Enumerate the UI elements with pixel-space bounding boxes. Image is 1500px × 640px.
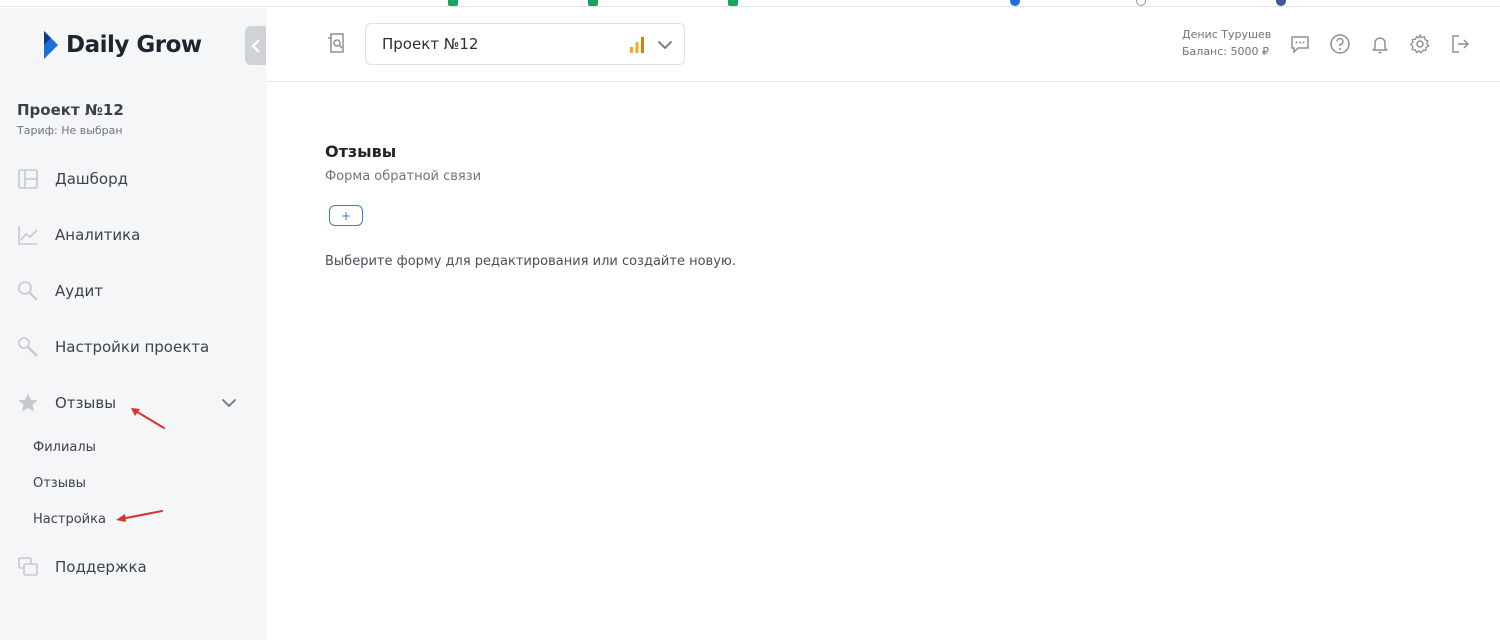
page-title: Отзывы	[325, 142, 397, 161]
sidebar-item-label: Отзывы	[55, 394, 117, 412]
logo[interactable]: Daily Grow	[42, 30, 202, 60]
bookmark-icon[interactable]	[1276, 0, 1286, 6]
add-form-button[interactable]: +	[329, 205, 363, 226]
chart-line-icon	[18, 226, 38, 245]
chevron-left-icon	[250, 39, 259, 52]
sidebar-subitem-reviews[interactable]: Отзывы	[33, 476, 86, 491]
logo-arrow-icon	[44, 31, 58, 59]
user-balance: Баланс: 5000 ₽	[1182, 45, 1269, 58]
sidebar-item-label: Аудит	[55, 282, 103, 300]
annotation-arrow	[131, 408, 165, 429]
bookmark-icon[interactable]	[1010, 0, 1020, 6]
message-icon[interactable]	[1289, 33, 1311, 55]
bookmark-icon[interactable]	[448, 0, 458, 6]
report-icon[interactable]	[326, 32, 348, 54]
bell-icon[interactable]	[1369, 33, 1391, 55]
user-name[interactable]: Денис Турушев	[1182, 28, 1271, 41]
search-icon	[18, 281, 38, 301]
project-tariff: Тариф: Не выбран	[17, 124, 123, 137]
sidebar-item-label: Аналитика	[55, 226, 141, 244]
main-content: Отзывы Форма обратной связи + Выберите ф…	[266, 82, 1500, 640]
hint-text: Выберите форму для редактирования или со…	[325, 254, 736, 269]
project-select[interactable]: Проект №12	[365, 23, 685, 65]
sidebar-item-label: Настройки проекта	[55, 338, 210, 356]
sidebar-item-audit[interactable]: Аудит	[17, 278, 247, 304]
sidebar-item-support[interactable]: Поддержка	[17, 554, 247, 580]
sidebar-item-label: Поддержка	[55, 558, 147, 576]
dashboard-icon	[18, 169, 38, 189]
annotation-arrow	[116, 510, 163, 522]
page-subtitle: Форма обратной связи	[325, 169, 482, 184]
sidebar: Daily Grow Проект №12 Тариф: Не выбран Д…	[0, 8, 266, 640]
sidebar-item-label: Дашборд	[55, 170, 128, 188]
bar-chart-icon	[630, 37, 644, 53]
bookmark-icon[interactable]	[728, 0, 738, 6]
chevron-down-icon[interactable]	[220, 394, 238, 412]
bookmark-icon[interactable]	[588, 0, 598, 6]
project-select-value: Проект №12	[382, 35, 479, 53]
star-icon	[18, 393, 38, 412]
sidebar-subitem-branches[interactable]: Филиалы	[33, 440, 96, 455]
help-icon[interactable]	[1329, 33, 1351, 55]
sidebar-item-analytics[interactable]: Аналитика	[17, 222, 247, 248]
project-title: Проект №12	[17, 101, 124, 119]
collapse-sidebar-button[interactable]	[245, 26, 266, 65]
chat-icon	[18, 557, 38, 576]
chevron-down-icon	[658, 41, 672, 50]
sidebar-subitem-settings[interactable]: Настройка	[33, 512, 106, 527]
top-header: Проект №12 Денис Турушев Баланс: 5000 ₽	[266, 8, 1500, 82]
logo-text: Daily Grow	[66, 32, 202, 58]
sidebar-item-dashboard[interactable]: Дашборд	[17, 166, 247, 192]
sidebar-item-project-settings[interactable]: Настройки проекта	[17, 334, 247, 360]
logout-icon[interactable]	[1449, 33, 1471, 55]
browser-bookmarks-strip	[0, 0, 1500, 7]
wrench-icon	[18, 337, 38, 357]
gear-icon[interactable]	[1409, 33, 1431, 55]
bookmark-icon[interactable]	[1136, 0, 1146, 6]
